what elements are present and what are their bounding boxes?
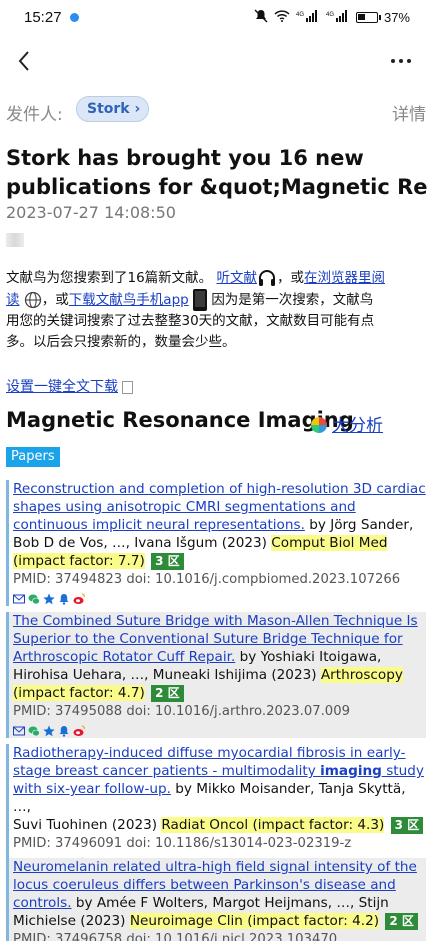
wifi-icon (274, 10, 290, 25)
paper-pmid: PMID: 37496091 doi: 10.1186/s13014-023-0… (13, 836, 352, 851)
sender-chip[interactable]: Stork › (76, 96, 150, 122)
mail-icon[interactable] (13, 592, 25, 604)
paper-journal: Arthroscopy (320, 667, 403, 683)
email-subject: Stork has brought you 16 new publications… (6, 144, 430, 202)
star-icon[interactable] (43, 592, 55, 605)
star-icon[interactable] (43, 724, 55, 737)
chevron-left-icon (18, 51, 29, 71)
zone-badge: 2 区 (385, 913, 418, 930)
intro-text: ，或 (41, 292, 69, 308)
phone-icon (193, 289, 208, 311)
analysis-link[interactable]: 大分析 (332, 416, 383, 436)
wechat-icon[interactable] (28, 724, 40, 737)
detail-link[interactable]: 详情 (392, 100, 426, 125)
listen-link[interactable]: 听文献 (216, 270, 257, 286)
subject-text: Stork has brought you 16 new publications… (6, 146, 428, 199)
paper-item: Radiotherapy-induced diffuse myocardial … (6, 744, 426, 870)
paper-authors: Suvi Tuohinen (2023) (13, 817, 162, 833)
headphones-icon (258, 270, 275, 286)
browser-link[interactable]: 在浏览器里阅 (304, 270, 385, 286)
intro-text: 多。以后会只搜索新的，数量会少些。 (6, 334, 236, 350)
paper-item: Neuromelanin related ultra-high field si… (6, 858, 426, 941)
zone-badge: 3 区 (151, 553, 184, 570)
impact-factor: (impact factor: 4.7) (13, 685, 145, 701)
sender-row: 发件人: Stork › 详情 (6, 96, 426, 126)
globe-icon (24, 291, 41, 309)
paper-authors: by Yoshiaki Itoigawa, (235, 649, 382, 665)
papers-tag: Papers (6, 447, 60, 467)
weibo-icon[interactable] (73, 724, 86, 736)
section-title: Magnetic Resonance Imaging (6, 408, 354, 432)
bell-icon[interactable] (58, 724, 70, 737)
paper-actions (13, 590, 426, 606)
status-time: 15:27 (24, 9, 62, 26)
impact-factor: (impact factor: 7.7) (13, 553, 145, 569)
paper-pmid: PMID: 37496758 doi: 10.1016/j.nicl.2023.… (13, 932, 338, 941)
top-nav (0, 36, 430, 86)
paper-authors: Michielse (2023) (13, 913, 130, 929)
blurred-avatar (6, 233, 24, 247)
pdf-icon (122, 380, 133, 394)
signal-label: 4G (296, 12, 304, 18)
back-button[interactable] (12, 46, 38, 76)
paper-authors: by Amée F Wolters, Margot Heijmans, …, S… (71, 895, 389, 911)
intro-text: 文献鸟为您搜索到了16篇新文献。 (6, 270, 213, 286)
signal-icon: 4G (296, 10, 320, 25)
browser-link-cont[interactable]: 读 (6, 292, 20, 308)
sender-name: Stork (87, 101, 130, 117)
intro-text: 因为是第一次搜索，文献鸟 (211, 292, 374, 308)
mute-icon (254, 9, 268, 26)
intro-text: ，或 (276, 270, 304, 286)
paper-actions (13, 722, 426, 738)
zone-badge: 2 区 (151, 685, 184, 702)
notification-dot-icon (70, 13, 79, 22)
paper-item: Reconstruction and completion of high-re… (6, 480, 426, 606)
zone-badge: 3 区 (390, 817, 424, 834)
more-button[interactable] (386, 46, 416, 76)
wechat-icon[interactable] (28, 592, 40, 605)
status-bar: 15:27 4G 4G 37% (0, 0, 430, 36)
weibo-icon[interactable] (73, 592, 86, 604)
paper-journal: Radiat Oncol (impact factor: 4.3) (161, 817, 385, 833)
more-horizontal-icon (391, 59, 395, 63)
analysis-pie-icon (311, 417, 327, 433)
signal-label-2: 4G (326, 12, 334, 18)
paper-journal: Neuroimage Clin (impact factor: 4.2) (129, 913, 380, 929)
paper-item: The Combined Suture Bridge with Mason-Al… (6, 612, 426, 738)
bell-icon[interactable] (58, 592, 70, 605)
battery-level: 37% (383, 10, 410, 25)
paper-authors: Hirohisa Uehara, …, Muneaki Ishijima (20… (13, 667, 321, 683)
email-date: 2023-07-27 14:08:50 (6, 203, 176, 222)
setup-fulltext-link[interactable]: 设置一键全文下载 (6, 379, 118, 395)
setup-download-row: 设置一键全文下载 (6, 376, 133, 396)
paper-journal: Comput Biol Med (271, 535, 388, 551)
signal-icon-2: 4G (326, 10, 350, 25)
paper-authors: by Jörg Sander, (304, 517, 414, 533)
chevron-right-icon: › (134, 101, 141, 117)
mail-icon[interactable] (13, 724, 25, 736)
paper-authors: Bob D de Vos, …, Ivana Išgum (2023) (13, 535, 272, 551)
analysis-row: 大分析 (310, 411, 383, 436)
intro-text: 用您的关键词搜索了过去整整30天的文献，文献数目可能有点 (6, 313, 375, 329)
status-icons: 4G 4G 37% (254, 9, 410, 26)
paper-pmid: PMID: 37494823 doi: 10.1016/j.compbiomed… (13, 572, 401, 587)
download-app-link[interactable]: 下载文献鸟手机app (69, 292, 189, 308)
intro-paragraph: 文献鸟为您搜索到了16篇新文献。 听文献 ，或在浏览器里阅 读 ，或下载文献鸟手机… (6, 268, 426, 353)
sender-label: 发件人: (6, 105, 63, 125)
battery-icon (355, 12, 381, 23)
paper-pmid: PMID: 37495088 doi: 10.1016/j.arthro.202… (13, 704, 350, 719)
